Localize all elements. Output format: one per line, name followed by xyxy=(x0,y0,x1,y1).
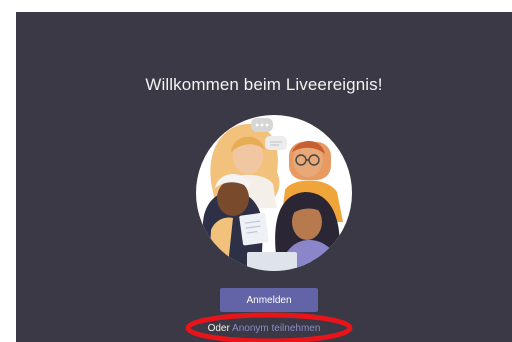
anonymous-join-row: Oder Anonym teilnehmen xyxy=(16,323,512,334)
or-label: Oder xyxy=(207,323,230,334)
anonymous-join-link[interactable]: Anonym teilnehmen xyxy=(232,323,320,334)
welcome-title: Willkommen beim Liveereignis! xyxy=(145,75,383,94)
signin-button[interactable]: Anmelden xyxy=(220,288,318,312)
people-group-illustration xyxy=(196,115,352,271)
screenshot-canvas: Willkommen beim Liveereignis! Anmelden O… xyxy=(0,0,512,342)
